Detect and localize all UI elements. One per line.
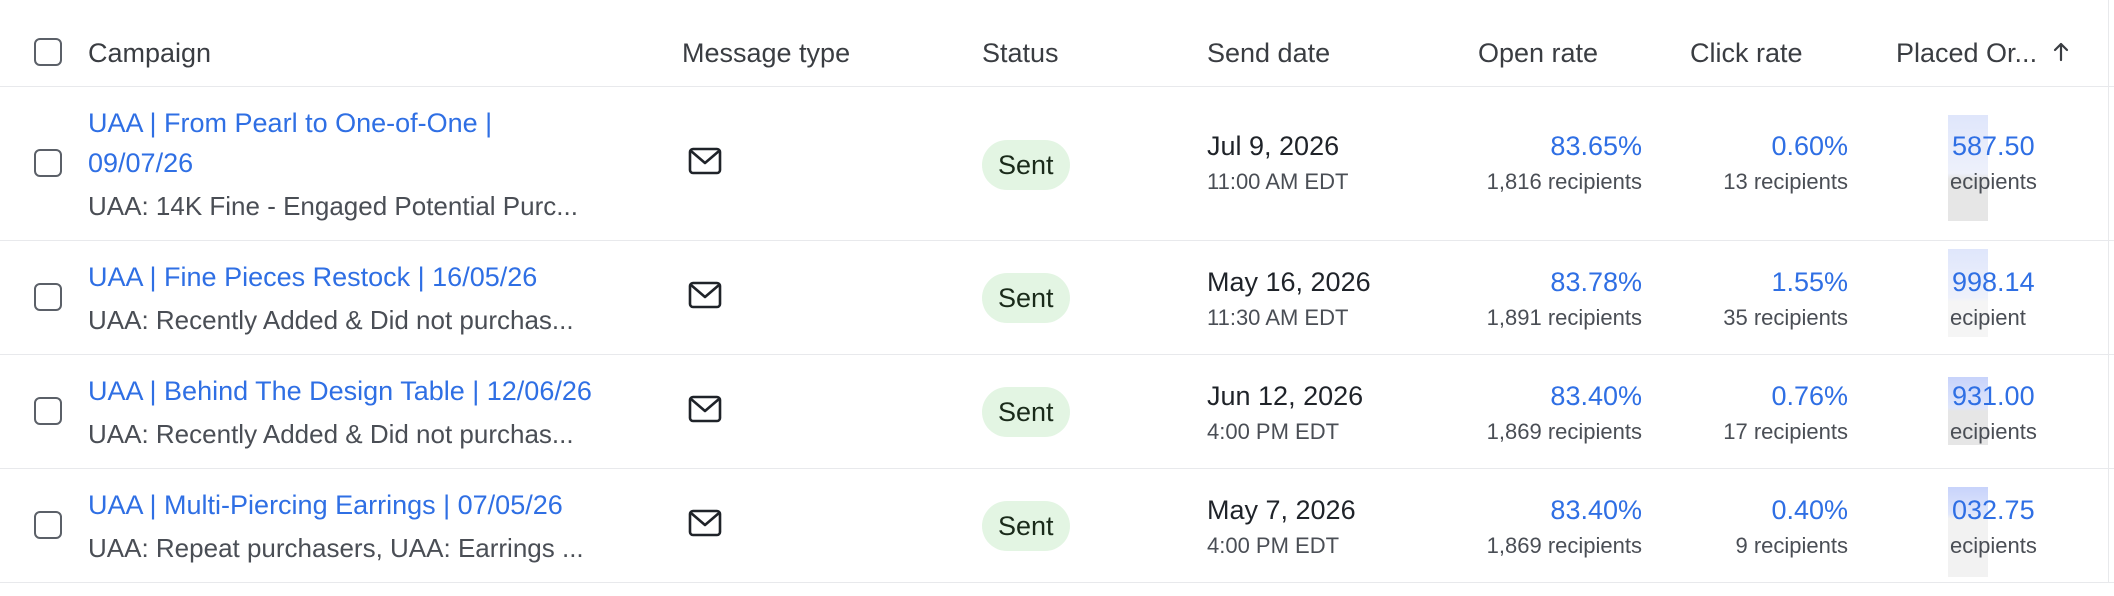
campaign-audience: UAA: 14K Fine - Engaged Potential Purc..… xyxy=(88,191,578,221)
select-all-checkbox[interactable] xyxy=(34,38,62,66)
click-rate-recipients: 17 recipients xyxy=(1723,419,1848,444)
placed-orders-recipients: ecipients xyxy=(1950,419,2037,444)
placed-orders-recipients: ecipients xyxy=(1950,533,2037,558)
send-time: 11:30 AM EDT xyxy=(1207,305,1349,330)
click-rate-recipients: 13 recipients xyxy=(1723,169,1848,194)
placed-orders-label: Placed Or... xyxy=(1896,38,2038,68)
open-rate-value[interactable]: 83.40% xyxy=(1550,495,1642,526)
send-time: 4:00 PM EDT xyxy=(1207,419,1340,444)
click-rate-value[interactable]: 1.55% xyxy=(1771,267,1848,298)
campaign-audience: UAA: Recently Added & Did not purchas... xyxy=(88,305,574,335)
placed-orders-recipients: ecipients xyxy=(1950,169,2037,194)
mail-icon xyxy=(688,281,722,314)
open-rate-recipients: 1,891 recipients xyxy=(1486,305,1642,330)
placed-orders-value[interactable]: 998.14 xyxy=(1952,267,2035,298)
send-date: Jul 9, 2026 xyxy=(1207,131,1340,161)
campaigns-table: Campaign Message type Status Send date O… xyxy=(0,0,2114,596)
column-header-click-rate[interactable]: Click rate xyxy=(1690,40,1803,67)
click-rate-recipients: 9 recipients xyxy=(1735,533,1848,558)
click-rate-recipients: 35 recipients xyxy=(1723,305,1848,330)
open-rate-value[interactable]: 83.78% xyxy=(1550,267,1642,298)
row-checkbox[interactable] xyxy=(34,283,62,311)
table-header: Campaign Message type Status Send date O… xyxy=(0,0,2114,87)
status-badge: Sent xyxy=(982,501,1070,551)
click-rate-value[interactable]: 0.76% xyxy=(1771,381,1848,412)
row-checkbox[interactable] xyxy=(34,149,62,177)
table-row[interactable]: UAA | Multi-Piercing Earrings | 07/05/26… xyxy=(0,469,2114,583)
send-time: 11:00 AM EDT xyxy=(1207,169,1349,194)
placed-orders-value[interactable]: 931.00 xyxy=(1952,381,2035,412)
campaign-link[interactable]: UAA | Fine Pieces Restock | 16/05/26 xyxy=(88,257,537,297)
column-header-open-rate[interactable]: Open rate xyxy=(1478,40,1598,67)
campaign-link[interactable]: UAA | Behind The Design Table | 12/06/26 xyxy=(88,371,592,411)
send-date: Jun 12, 2026 xyxy=(1207,381,1364,411)
campaign-title-line-2: 09/07/26 xyxy=(88,148,194,178)
table-row[interactable]: UAA | Behind The Design Table | 12/06/26… xyxy=(0,355,2114,469)
mail-icon xyxy=(688,395,722,428)
send-date: May 16, 2026 xyxy=(1207,267,1371,297)
campaign-audience: UAA: Recently Added & Did not purchas... xyxy=(88,419,574,449)
click-rate-value[interactable]: 0.40% xyxy=(1771,495,1848,526)
status-badge: Sent xyxy=(982,140,1070,190)
open-rate-recipients: 1,869 recipients xyxy=(1486,533,1642,558)
send-time: 4:00 PM EDT xyxy=(1207,533,1340,558)
campaign-title-line-1: UAA | From Pearl to One-of-One | xyxy=(88,108,493,138)
open-rate-recipients: 1,869 recipients xyxy=(1486,419,1642,444)
placed-orders-recipients: ecipient xyxy=(1950,305,2026,330)
column-header-campaign[interactable]: Campaign xyxy=(88,40,211,67)
open-rate-recipients: 1,816 recipients xyxy=(1486,169,1642,194)
table-row[interactable]: UAA | Fine Pieces Restock | 16/05/26 UAA… xyxy=(0,241,2114,355)
open-rate-value[interactable]: 83.65% xyxy=(1550,131,1642,162)
status-badge: Sent xyxy=(982,387,1070,437)
placed-orders-value[interactable]: 587.50 xyxy=(1952,131,2035,162)
send-date: May 7, 2026 xyxy=(1207,495,1356,525)
column-header-status[interactable]: Status xyxy=(982,40,1059,67)
arrow-up-icon[interactable] xyxy=(2051,40,2071,64)
status-badge: Sent xyxy=(982,273,1070,323)
campaign-audience: UAA: Repeat purchasers, UAA: Earrings ..… xyxy=(88,533,584,563)
open-rate-value[interactable]: 83.40% xyxy=(1550,381,1642,412)
mail-icon xyxy=(688,147,722,180)
row-checkbox[interactable] xyxy=(34,397,62,425)
row-checkbox[interactable] xyxy=(34,511,62,539)
column-header-message-type[interactable]: Message type xyxy=(682,40,850,67)
table-row[interactable]: UAA | From Pearl to One-of-One | 09/07/2… xyxy=(0,87,2114,241)
click-rate-value[interactable]: 0.60% xyxy=(1771,131,1848,162)
column-header-send-date[interactable]: Send date xyxy=(1207,40,1330,67)
table-right-border xyxy=(2108,0,2109,582)
mail-icon xyxy=(688,509,722,542)
column-header-placed-orders[interactable]: Placed Or... xyxy=(1896,40,2071,67)
campaign-link[interactable]: UAA | Multi-Piercing Earrings | 07/05/26 xyxy=(88,485,563,525)
campaign-link[interactable]: UAA | From Pearl to One-of-One | 09/07/2… xyxy=(88,103,492,183)
placed-orders-value[interactable]: 032.75 xyxy=(1952,495,2035,526)
